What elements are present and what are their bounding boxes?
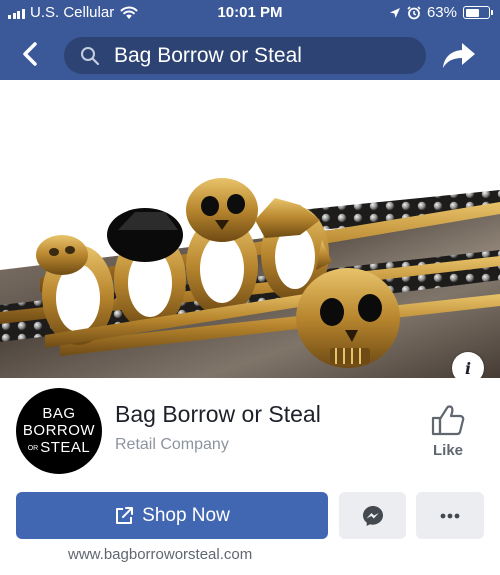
website-link[interactable]: www.bagborroworsteal.com	[68, 546, 252, 563]
logo-line-2: BORROW	[22, 422, 96, 439]
logo-or: OR	[27, 444, 39, 452]
thumbs-up-icon	[431, 405, 465, 436]
search-input[interactable]: Bag Borrow or Steal	[64, 37, 426, 74]
more-dots-icon	[440, 513, 460, 518]
logo-line-3: OR STEAL	[16, 439, 102, 456]
logo-line-1: BAG	[42, 405, 76, 422]
page-logo[interactable]: BAG BORROW OR STEAL	[16, 388, 102, 474]
battery-icon	[463, 6, 493, 19]
alarm-clock-icon	[407, 5, 421, 19]
logo-steal: STEAL	[40, 439, 91, 456]
external-link-icon	[116, 506, 134, 524]
info-button[interactable]: i	[452, 352, 484, 378]
page-category: Retail Company	[115, 436, 229, 453]
cover-image	[0, 80, 500, 378]
battery-percent: 63%	[426, 4, 457, 21]
search-value: Bag Borrow or Steal	[114, 43, 302, 67]
share-arrow-icon[interactable]	[442, 41, 476, 69]
page-title: Bag Borrow or Steal	[115, 401, 321, 427]
cover-photo[interactable]: i	[0, 80, 500, 378]
like-label: Like	[432, 442, 463, 459]
status-right: 63%	[389, 4, 493, 21]
messenger-button[interactable]	[339, 492, 406, 539]
back-chevron-icon[interactable]	[16, 40, 44, 68]
like-button[interactable]: Like	[422, 404, 474, 466]
search-icon	[81, 46, 100, 65]
location-arrow-icon	[389, 7, 400, 18]
more-button[interactable]	[416, 492, 484, 539]
shop-now-label: Shop Now	[142, 504, 230, 526]
messenger-icon	[362, 505, 383, 526]
nav-bar: Bag Borrow or Steal	[0, 28, 500, 80]
status-bar: U.S. Cellular 10:01 PM 63%	[0, 0, 500, 28]
shop-now-button[interactable]: Shop Now	[16, 492, 328, 539]
